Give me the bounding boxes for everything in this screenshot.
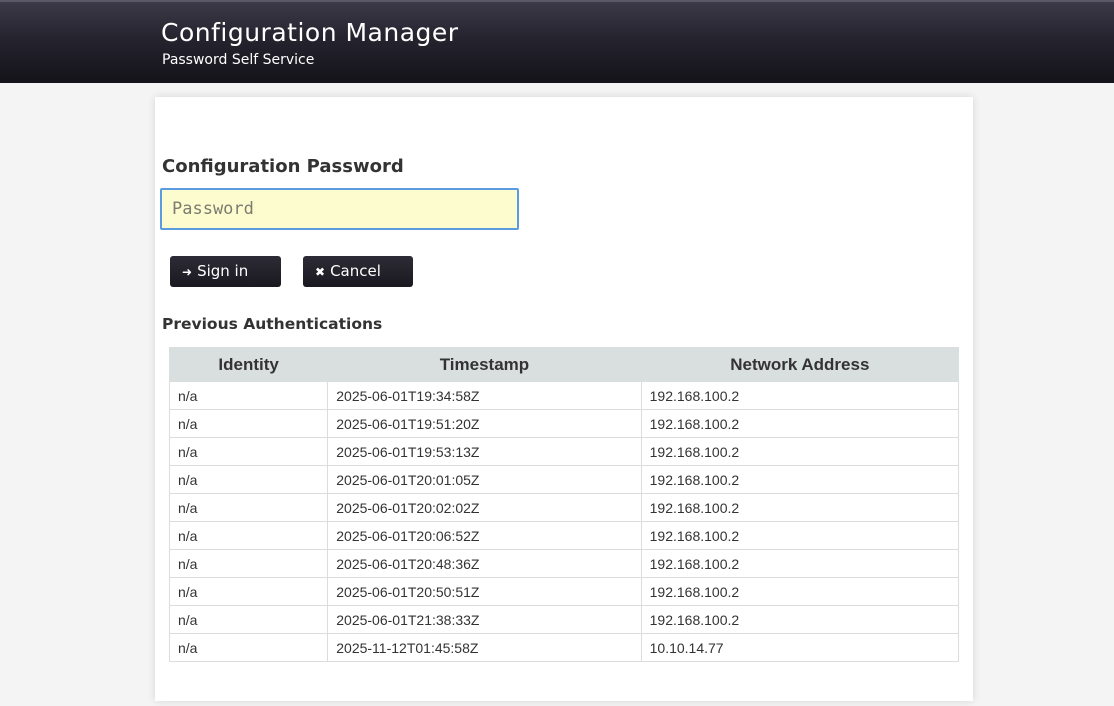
timestamp-cell: 2025-11-12T01:45:58Z [327,633,642,662]
login-panel: Configuration Password ➜ Sign in ✖ Cancel … [155,97,973,701]
network-address-cell: 192.168.100.2 [640,577,960,606]
timestamp-cell: 2025-06-01T20:48:36Z [327,549,642,578]
sign-in-icon: ➜ [182,265,193,279]
timestamp-cell: 2025-06-01T20:01:05Z [327,465,642,494]
identity-cell: n/a [168,521,329,550]
table-row: n/a 2025-11-12T01:45:58Z 10.10.14.77 [168,633,960,662]
identity-cell: n/a [168,549,329,578]
column-header-identity: Identity [168,347,329,382]
identity-cell: n/a [168,605,329,634]
table-header-row: Identity Timestamp Network Address [168,347,960,382]
app-header: Configuration Manager Password Self Serv… [0,0,1114,83]
table-row: n/a 2025-06-01T20:50:51Z 192.168.100.2 [168,577,960,606]
network-address-cell: 192.168.100.2 [640,465,960,494]
network-address-cell: 192.168.100.2 [640,549,960,578]
timestamp-cell: 2025-06-01T20:02:02Z [327,493,642,522]
identity-cell: n/a [168,633,329,662]
previous-authentications-title: Previous Authentications [162,315,383,333]
network-address-cell: 192.168.100.2 [640,521,960,550]
identity-cell: n/a [168,437,329,466]
timestamp-cell: 2025-06-01T20:50:51Z [327,577,642,606]
identity-cell: n/a [168,381,329,410]
table-row: n/a 2025-06-01T21:38:33Z 192.168.100.2 [168,605,960,634]
table-row: n/a 2025-06-01T20:48:36Z 192.168.100.2 [168,549,960,578]
table-row: n/a 2025-06-01T19:34:58Z 192.168.100.2 [168,381,960,410]
identity-cell: n/a [168,577,329,606]
cancel-button[interactable]: ✖ Cancel [303,256,413,287]
identity-cell: n/a [168,493,329,522]
app-subtitle: Password Self Service [162,52,315,68]
timestamp-cell: 2025-06-01T19:51:20Z [327,409,642,438]
column-header-network-address: Network Address [640,347,960,382]
network-address-cell: 10.10.14.77 [640,633,960,662]
sign-in-button[interactable]: ➜ Sign in [170,256,281,287]
timestamp-cell: 2025-06-01T19:34:58Z [327,381,642,410]
table-row: n/a 2025-06-01T19:53:13Z 192.168.100.2 [168,437,960,466]
auth-history-table: Identity Timestamp Network Address n/a 20… [168,347,960,662]
network-address-cell: 192.168.100.2 [640,409,960,438]
timestamp-cell: 2025-06-01T19:53:13Z [327,437,642,466]
network-address-cell: 192.168.100.2 [640,381,960,410]
sign-in-label: Sign in [197,262,249,280]
identity-cell: n/a [168,409,329,438]
timestamp-cell: 2025-06-01T20:06:52Z [327,521,642,550]
password-input[interactable] [160,188,519,230]
column-header-timestamp: Timestamp [327,347,642,382]
app-title: Configuration Manager [161,18,459,47]
close-icon: ✖ [315,265,326,279]
section-title: Configuration Password [162,156,404,177]
table-row: n/a 2025-06-01T20:02:02Z 192.168.100.2 [168,493,960,522]
network-address-cell: 192.168.100.2 [640,493,960,522]
table-row: n/a 2025-06-01T20:06:52Z 192.168.100.2 [168,521,960,550]
identity-cell: n/a [168,465,329,494]
network-address-cell: 192.168.100.2 [640,437,960,466]
cancel-label: Cancel [330,262,381,280]
table-row: n/a 2025-06-01T20:01:05Z 192.168.100.2 [168,465,960,494]
auth-history-rows: n/a 2025-06-01T19:34:58Z 192.168.100.2 n/a 2… [168,381,960,662]
timestamp-cell: 2025-06-01T21:38:33Z [327,605,642,634]
table-row: n/a 2025-06-01T19:51:20Z 192.168.100.2 [168,409,960,438]
network-address-cell: 192.168.100.2 [640,605,960,634]
